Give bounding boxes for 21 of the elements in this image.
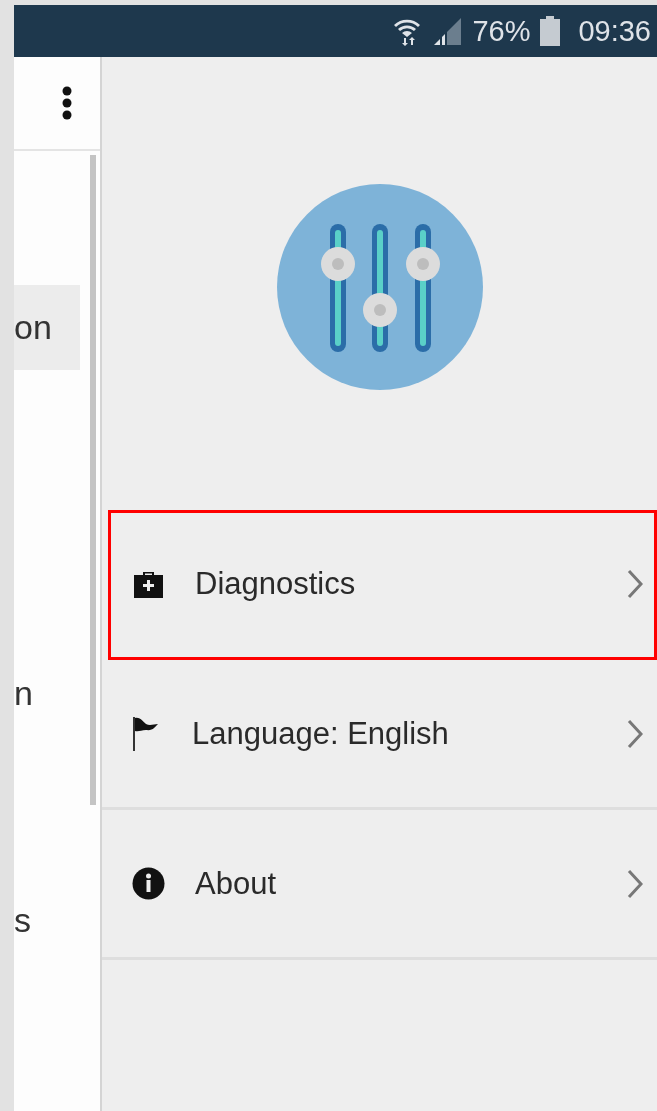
info-icon (132, 867, 165, 900)
equalizer-logo-icon (276, 184, 483, 390)
battery-icon (540, 16, 561, 46)
battery-percent: 76% (472, 14, 531, 48)
menu-item[interactable]: Language: English (102, 660, 657, 810)
medical-kit-icon (132, 569, 165, 598)
more-options-icon[interactable] (62, 86, 72, 120)
list-item[interactable]: on (14, 285, 80, 370)
menu-label: Language: English (192, 715, 450, 752)
signal-icon (432, 16, 463, 46)
list-item[interactable]: n (14, 651, 80, 736)
menu-item[interactable]: About (102, 810, 657, 960)
chevron-right-icon (627, 868, 643, 899)
chevron-right-icon (627, 568, 643, 599)
menu-item[interactable]: Diagnostics (108, 510, 657, 660)
menu-label: Diagnostics (195, 565, 357, 602)
list-item[interactable]: s (14, 878, 80, 963)
chevron-right-icon (627, 718, 643, 749)
scrollbar[interactable] (90, 155, 96, 805)
menu-label: About (195, 865, 277, 902)
clock-time: 09:36 (578, 14, 651, 48)
